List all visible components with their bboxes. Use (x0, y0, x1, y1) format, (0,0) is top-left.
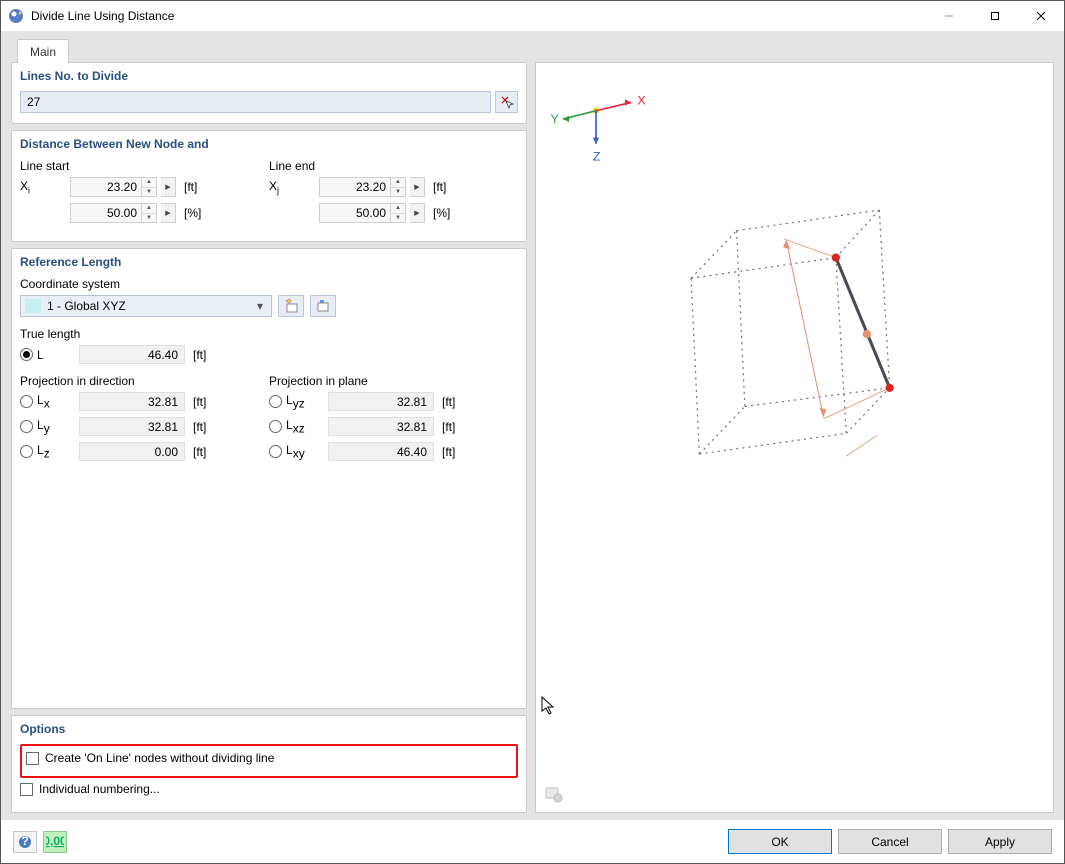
section-title: Reference Length (20, 255, 518, 269)
section-lines-to-divide: Lines No. to Divide (11, 62, 527, 124)
step-button[interactable]: ▶ (410, 177, 425, 197)
radio-label: Lxz (286, 418, 308, 435)
radio-label: Ly (37, 418, 59, 435)
units-button[interactable]: 0,00 (43, 831, 67, 853)
xj-symbol: Xj (269, 179, 285, 195)
y-axis-label: Y (550, 112, 558, 126)
new-coord-button[interactable] (278, 295, 304, 317)
xi-percent-field[interactable]: 50.00 ▲▼ (70, 203, 157, 223)
radio-Ly[interactable] (20, 420, 33, 433)
section-distance: Distance Between New Node and Line start… (11, 130, 527, 242)
svg-text:?: ? (21, 835, 28, 848)
Lyz-value: 32.81 (328, 392, 434, 411)
step-button[interactable]: ▶ (161, 177, 176, 197)
section-reference-length: Reference Length Coordinate system 1 - G… (11, 248, 527, 709)
radio-Lxy[interactable] (269, 445, 282, 458)
svg-text:0,00: 0,00 (46, 836, 64, 848)
spinner[interactable]: ▲▼ (142, 203, 157, 223)
ok-button[interactable]: OK (728, 829, 832, 854)
help-button[interactable]: ? (13, 831, 37, 853)
swatch-icon (25, 299, 41, 313)
section-title: Lines No. to Divide (20, 69, 518, 83)
z-axis-label: Z (593, 149, 601, 163)
app-icon (7, 7, 25, 25)
Ly-value: 32.81 (79, 417, 185, 436)
radio-Lxz[interactable] (269, 420, 282, 433)
L-value: 46.40 (79, 345, 185, 364)
xj-distance-field[interactable]: 23.20 ▲▼ (319, 177, 406, 197)
proj-dir-label: Projection in direction (20, 374, 269, 388)
spinner[interactable]: ▲▼ (391, 177, 406, 197)
option-label: Individual numbering... (39, 782, 160, 796)
checkbox-on-line-nodes[interactable] (26, 752, 39, 765)
section-title: Options (20, 722, 518, 736)
unit: [ft] (433, 180, 446, 194)
true-length-label: True length (20, 327, 518, 341)
radio-Lyz[interactable] (269, 395, 282, 408)
line-start-label: Line start (20, 159, 269, 173)
close-button[interactable] (1018, 1, 1064, 31)
highlight-box: Create 'On Line' nodes without dividing … (20, 744, 518, 778)
radio-label: Lyz (286, 393, 308, 410)
window-controls (926, 1, 1064, 31)
Lx-value: 32.81 (79, 392, 185, 411)
unit: [ft] (184, 180, 197, 194)
spinner[interactable]: ▲▼ (142, 177, 157, 197)
apply-button[interactable]: Apply (948, 829, 1052, 854)
radio-label: Lz (37, 443, 59, 460)
titlebar: Divide Line Using Distance (1, 1, 1064, 32)
workarea: Main Lines No. to Divide Distance Betwe (1, 32, 1064, 819)
dialog-footer: ? 0,00 OK Cancel Apply (1, 819, 1064, 863)
radio-label: Lxy (286, 443, 308, 460)
radio-Lz[interactable] (20, 445, 33, 458)
Lxz-value: 32.81 (328, 417, 434, 436)
radio-label: L (37, 348, 59, 362)
dialog-window: Divide Line Using Distance Main Lines No… (0, 0, 1065, 864)
x-axis-label: X (637, 94, 645, 108)
xi-distance-field[interactable]: 23.20 ▲▼ (70, 177, 157, 197)
Lxy-value: 46.40 (328, 442, 434, 461)
edit-coord-button[interactable] (310, 295, 336, 317)
coord-label: Coordinate system (20, 277, 518, 291)
minimize-button[interactable] (926, 1, 972, 31)
preview-panel[interactable]: X Y Z (535, 62, 1054, 813)
spinner[interactable]: ▲▼ (391, 203, 406, 223)
maximize-button[interactable] (972, 1, 1018, 31)
radio-L[interactable] (20, 348, 33, 361)
unit: [%] (433, 206, 450, 220)
Lz-value: 0.00 (79, 442, 185, 461)
tabstrip: Main (5, 36, 1060, 62)
coord-system-select[interactable]: 1 - Global XYZ ▾ (20, 295, 272, 317)
lines-input[interactable] (20, 91, 491, 113)
chevron-down-icon: ▾ (253, 299, 267, 313)
xj-percent-field[interactable]: 50.00 ▲▼ (319, 203, 406, 223)
section-options: Options Create 'On Line' nodes without d… (11, 715, 527, 813)
section-title: Distance Between New Node and (20, 137, 518, 151)
line-end-label: Line end (269, 159, 518, 173)
display-settings-icon[interactable] (544, 784, 564, 804)
unit: [%] (184, 206, 201, 220)
radio-label: Lx (37, 393, 59, 410)
window-title: Divide Line Using Distance (31, 9, 926, 23)
pick-lines-button[interactable] (495, 91, 518, 113)
checkbox-individual-numbering[interactable] (20, 783, 33, 796)
tab-main[interactable]: Main (17, 39, 69, 63)
radio-Lx[interactable] (20, 395, 33, 408)
step-button[interactable]: ▶ (161, 203, 176, 223)
cancel-button[interactable]: Cancel (838, 829, 942, 854)
option-label: Create 'On Line' nodes without dividing … (45, 751, 274, 765)
proj-plane-label: Projection in plane (269, 374, 518, 388)
step-button[interactable]: ▶ (410, 203, 425, 223)
cursor-icon (541, 696, 555, 716)
xi-symbol: Xi (20, 179, 36, 195)
